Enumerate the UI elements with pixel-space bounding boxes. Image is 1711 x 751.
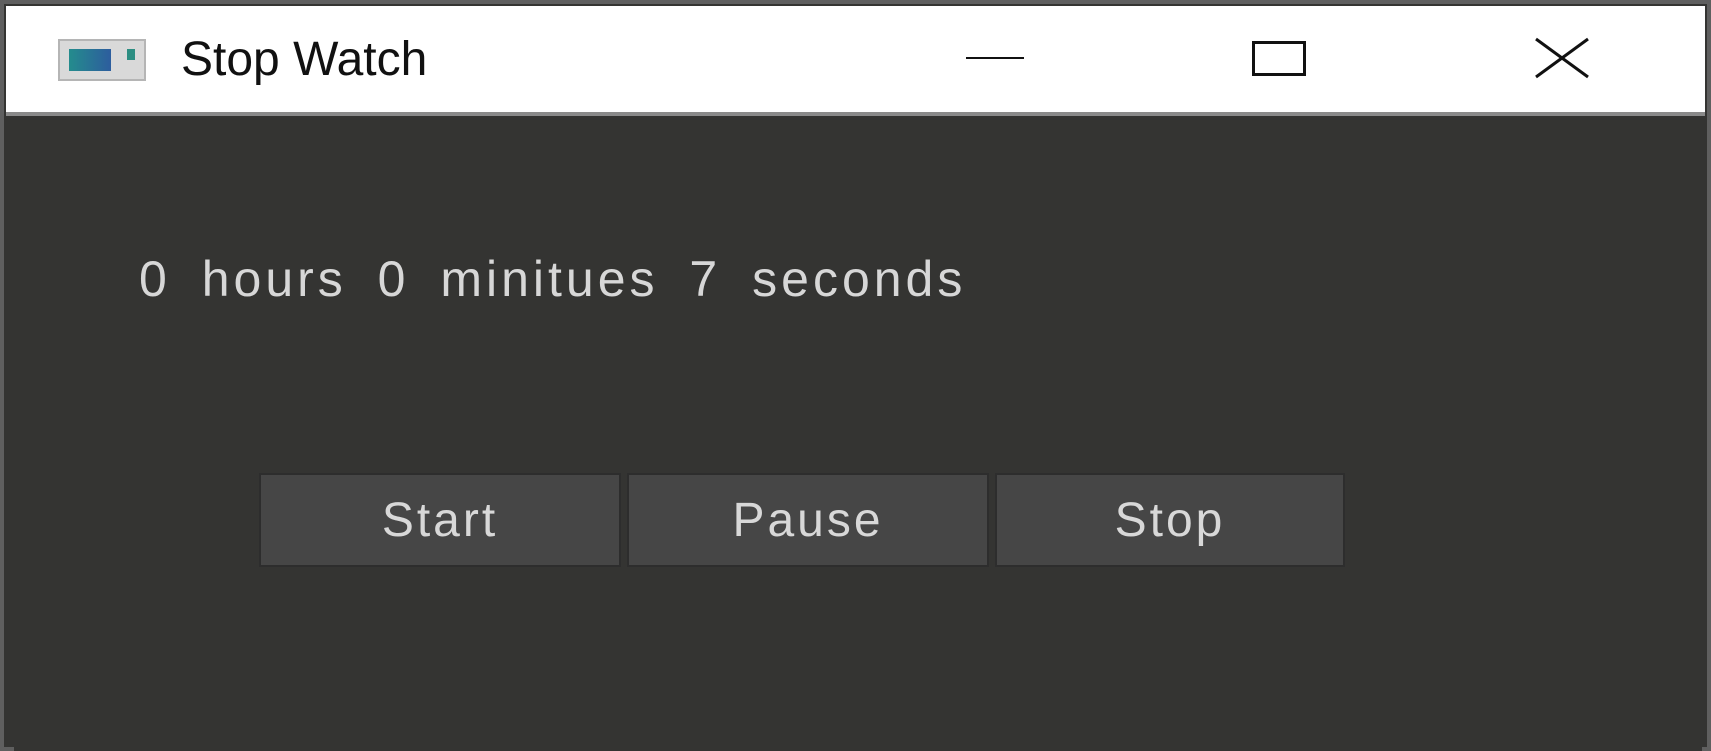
close-icon xyxy=(1535,37,1589,79)
maximize-button[interactable] xyxy=(1231,26,1327,90)
app-icon-indicator xyxy=(127,49,135,60)
close-button[interactable] xyxy=(1514,26,1610,90)
app-icon xyxy=(58,39,146,81)
pause-button[interactable]: Pause xyxy=(627,473,989,567)
stop-button[interactable]: Stop xyxy=(995,473,1345,567)
maximize-icon xyxy=(1252,40,1306,76)
title-bar[interactable]: Stop Watch xyxy=(6,6,1705,116)
minimize-button[interactable] xyxy=(947,26,1043,90)
minimize-icon xyxy=(966,57,1024,59)
app-icon-screen xyxy=(69,49,111,71)
start-button[interactable]: Start xyxy=(259,473,621,567)
stopwatch-control-buttons: Start Pause Stop xyxy=(259,473,1351,569)
stopwatch-content: 0 hours 0 minitues 7 seconds Start Pause… xyxy=(14,116,1702,751)
stopwatch-window: Stop Watch 0 hours 0 minitues 7 seconds … xyxy=(0,0,1711,751)
window-title: Stop Watch xyxy=(181,33,428,86)
elapsed-time-display: 0 hours 0 minitues 7 seconds xyxy=(139,251,967,307)
